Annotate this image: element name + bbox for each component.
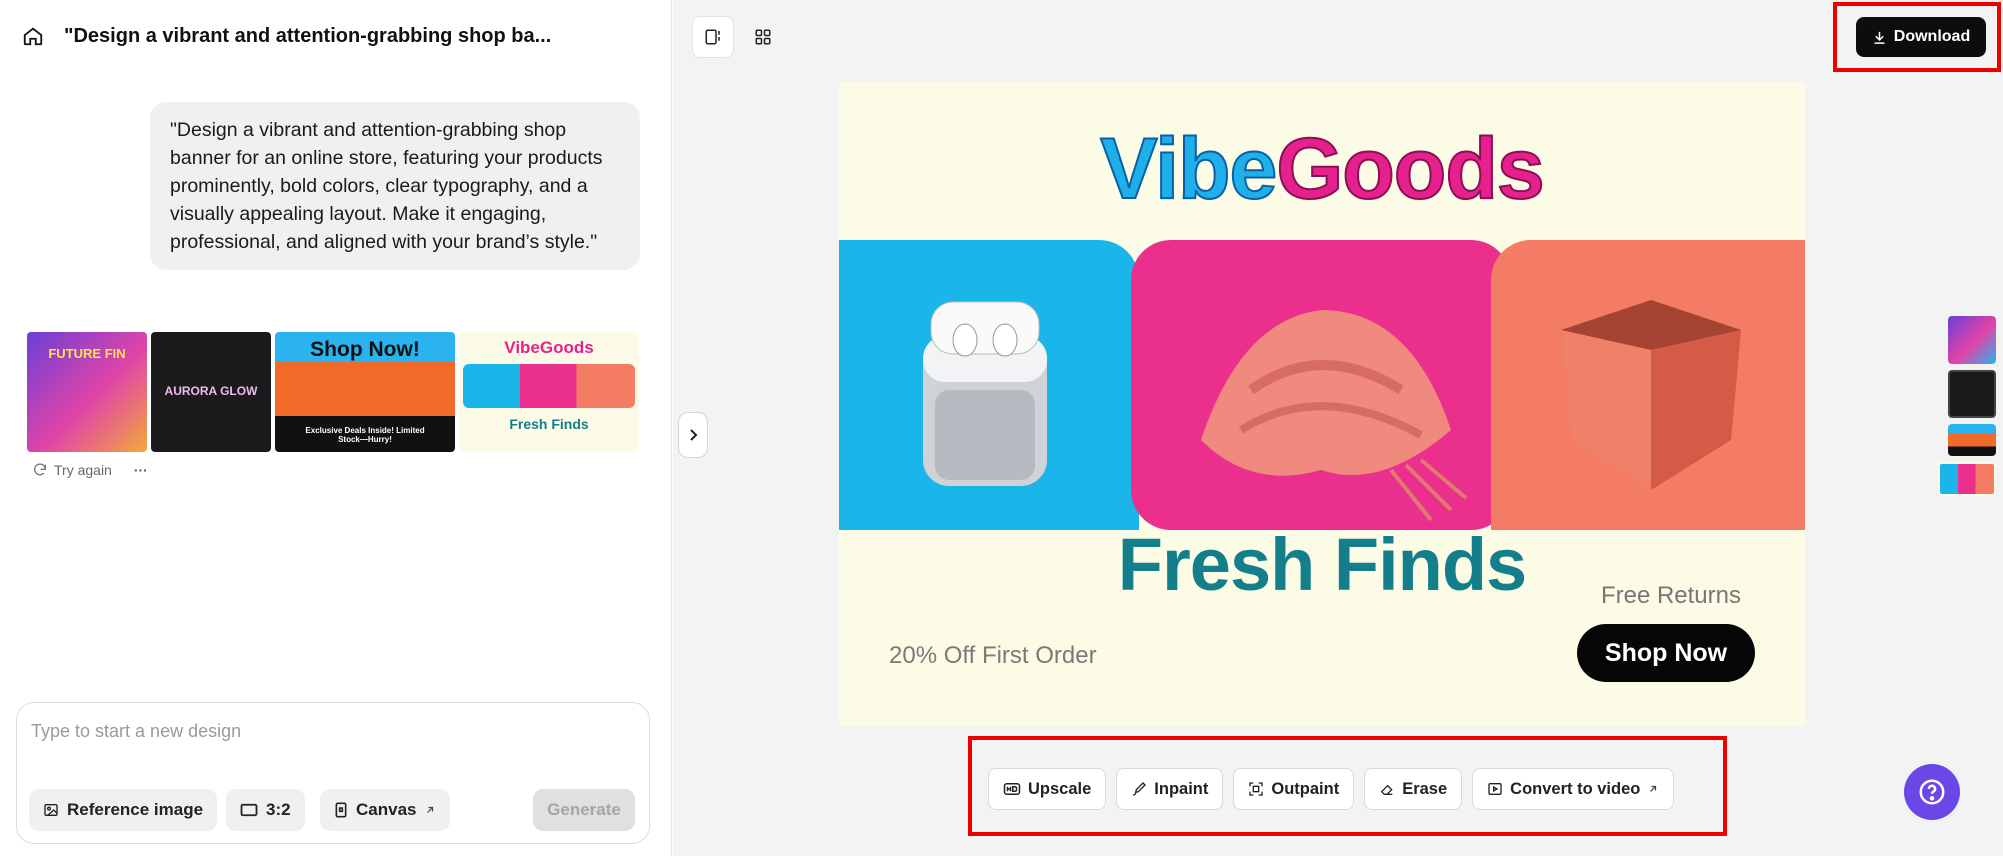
edit-toolbar: Upscale Inpaint Outpaint Erase Convert t… bbox=[988, 768, 1675, 810]
ratio-icon bbox=[240, 803, 258, 817]
refresh-icon bbox=[34, 463, 46, 476]
aspect-ratio-button[interactable]: 3:2 bbox=[226, 789, 305, 831]
hd-icon bbox=[1003, 783, 1021, 795]
variation-strip bbox=[1938, 316, 1996, 496]
result-thumbnail[interactable]: AURORA GLOW bbox=[151, 332, 271, 452]
download-label: Download bbox=[1893, 28, 1971, 45]
result-actions: Try again ··· bbox=[32, 462, 148, 478]
try-again-label: Try again bbox=[54, 462, 112, 478]
help-button[interactable] bbox=[1904, 764, 1960, 820]
erase-label: Erase bbox=[1402, 779, 1448, 798]
inpaint-label: Inpaint bbox=[1154, 779, 1209, 798]
planter-image bbox=[1561, 300, 1741, 490]
chat-panel: "Design a vibrant and attention-grabbing… bbox=[0, 0, 672, 856]
result-thumbnail[interactable]: FUTURE FIN bbox=[27, 332, 147, 452]
composer: Reference image 3:2 Canvas Generate bbox=[16, 702, 650, 844]
expand-icon bbox=[1249, 782, 1264, 796]
scarf-image bbox=[1201, 310, 1468, 522]
convert-to-video-button[interactable]: Convert to video bbox=[1472, 768, 1675, 810]
free-returns-text: Free Returns bbox=[1600, 582, 1741, 609]
help-icon bbox=[1919, 779, 1945, 805]
grid-view-icon bbox=[755, 29, 771, 45]
thumbnail-label: FUTURE FIN bbox=[48, 346, 126, 361]
generate-button[interactable]: Generate bbox=[533, 789, 635, 831]
result-thumbnail[interactable]: VibeGoods Fresh Finds bbox=[459, 332, 639, 452]
upscale-label: Upscale bbox=[1028, 779, 1092, 798]
prompt-bubble: "Design a vibrant and attention-grabbing… bbox=[150, 102, 640, 270]
thumbnail-sublabel: Exclusive Deals Inside! Limited Stock—Hu… bbox=[305, 426, 425, 444]
single-view-button[interactable] bbox=[692, 16, 734, 58]
variation-thumbnail-selected[interactable] bbox=[1938, 462, 1996, 496]
brand-part-goods: Goods bbox=[1275, 120, 1545, 218]
thumbnail-label: AURORA GLOW bbox=[164, 384, 258, 398]
try-again-button[interactable]: Try again bbox=[32, 462, 112, 478]
convert-to-video-label: Convert to video bbox=[1510, 779, 1641, 798]
grid-view-button[interactable] bbox=[742, 16, 784, 58]
brand-part-vibe: Vibe bbox=[1099, 120, 1278, 218]
external-link-icon bbox=[1650, 785, 1657, 792]
erase-button[interactable]: Erase bbox=[1364, 768, 1463, 810]
thumbnail-sublabel: Fresh Finds bbox=[509, 416, 589, 432]
collapse-panel-button[interactable] bbox=[678, 412, 708, 458]
download-icon bbox=[1874, 31, 1885, 44]
product-panel-planter bbox=[1491, 240, 1805, 530]
shop-now-button: Shop Now bbox=[1577, 624, 1755, 682]
prompt-input[interactable] bbox=[31, 715, 631, 747]
header: "Design a vibrant and attention-grabbing… bbox=[20, 20, 551, 52]
aspect-ratio-label: 3:2 bbox=[266, 800, 291, 819]
discount-text: 20% Off First Order bbox=[889, 642, 1097, 669]
thumbnail-image bbox=[463, 364, 635, 408]
single-view-icon bbox=[705, 29, 720, 45]
banner-brand: VibeGoods bbox=[839, 120, 1805, 219]
external-link-icon bbox=[427, 806, 434, 813]
earbuds-case-image bbox=[923, 301, 1047, 486]
thumbnail-label: Shop Now! bbox=[310, 338, 420, 361]
variation-thumbnail[interactable] bbox=[1948, 424, 1996, 456]
canvas-icon bbox=[335, 802, 347, 818]
chevron-right-icon bbox=[690, 429, 698, 441]
brush-icon bbox=[1133, 782, 1147, 796]
result-thumbnails: FUTURE FIN AURORA GLOW Shop Now! Exclusi… bbox=[27, 332, 639, 452]
page-title: "Design a vibrant and attention-grabbing… bbox=[64, 24, 552, 47]
thumbnail-label: VibeGoods bbox=[504, 338, 594, 357]
eraser-icon bbox=[1380, 784, 1393, 795]
inpaint-button[interactable]: Inpaint bbox=[1116, 768, 1224, 810]
image-icon bbox=[44, 804, 58, 816]
result-thumbnail[interactable]: Shop Now! Exclusive Deals Inside! Limite… bbox=[275, 332, 455, 452]
variation-thumbnail[interactable] bbox=[1948, 316, 1996, 364]
reference-image-button[interactable]: Reference image bbox=[29, 789, 218, 831]
outpaint-label: Outpaint bbox=[1271, 779, 1340, 798]
home-icon[interactable] bbox=[20, 23, 46, 49]
product-panel-earbuds bbox=[839, 240, 1139, 530]
product-panel-scarf bbox=[1131, 240, 1511, 530]
reference-image-label: Reference image bbox=[67, 800, 204, 819]
generated-banner[interactable]: VibeGoods Fresh Finds Free Returns 20% O… bbox=[839, 82, 1805, 726]
upscale-button[interactable]: Upscale bbox=[988, 768, 1107, 810]
canvas-label: Canvas bbox=[356, 800, 417, 819]
download-button[interactable]: Download bbox=[1856, 17, 1986, 57]
outpaint-button[interactable]: Outpaint bbox=[1233, 768, 1355, 810]
more-options-button[interactable]: ··· bbox=[134, 462, 148, 478]
canvas-button[interactable]: Canvas bbox=[320, 789, 451, 831]
variation-thumbnail[interactable] bbox=[1948, 370, 1996, 418]
video-icon bbox=[1488, 783, 1502, 795]
